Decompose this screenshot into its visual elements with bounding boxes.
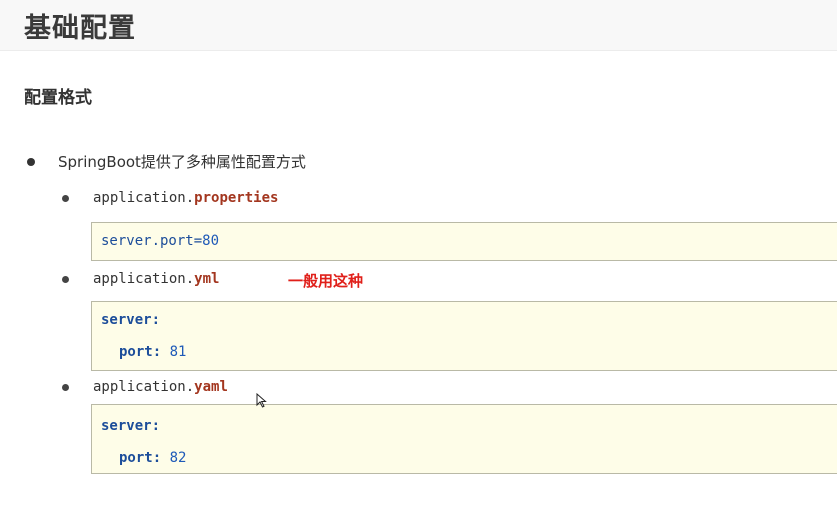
code-key: port: [119,344,162,360]
section-heading: 配置格式 [24,88,92,108]
slide-content: 配置格式 SpringBoot提供了多种属性配置方式 application.p… [0,51,837,527]
code-block-yml: server: port: 81 [91,301,837,371]
bullet-dot-properties [62,195,69,202]
code-key: server.port= [101,233,203,249]
file-base: application. [93,379,195,395]
code-line: server.port=80 [101,233,219,249]
code-block-properties: server.port=80 [91,222,837,261]
code-line: port: 82 [119,450,186,466]
code-line: port: 81 [119,344,186,360]
code-line: server: [101,418,160,434]
code-key: port: [119,450,162,466]
file-base: application. [93,190,195,206]
code-key: server: [101,418,161,434]
title-bar: 基础配置 [0,0,837,51]
file-extension: yaml [194,379,228,395]
code-line: server: [101,312,160,328]
bullet-dot-main [27,158,35,166]
file-extension: properties [194,190,279,206]
file-base: application. [93,271,195,287]
code-value: 81 [169,344,187,360]
file-extension: yml [194,271,220,287]
mouse-cursor-icon [256,393,267,408]
file-name-yml: application.yml [93,271,219,287]
page-title: 基础配置 [24,13,136,44]
recommendation-note: 一般用这种 [288,272,364,290]
bullet-dot-yml [62,276,69,283]
file-name-yaml: application.yaml [93,379,228,395]
code-block-yaml: server: port: 82 [91,404,837,474]
file-name-properties: application.properties [93,190,278,206]
code-value: 82 [169,450,187,466]
bullet-dot-yaml [62,384,69,391]
code-key: server: [101,312,161,328]
main-point-text: SpringBoot提供了多种属性配置方式 [58,153,306,171]
code-value: 80 [202,233,220,249]
